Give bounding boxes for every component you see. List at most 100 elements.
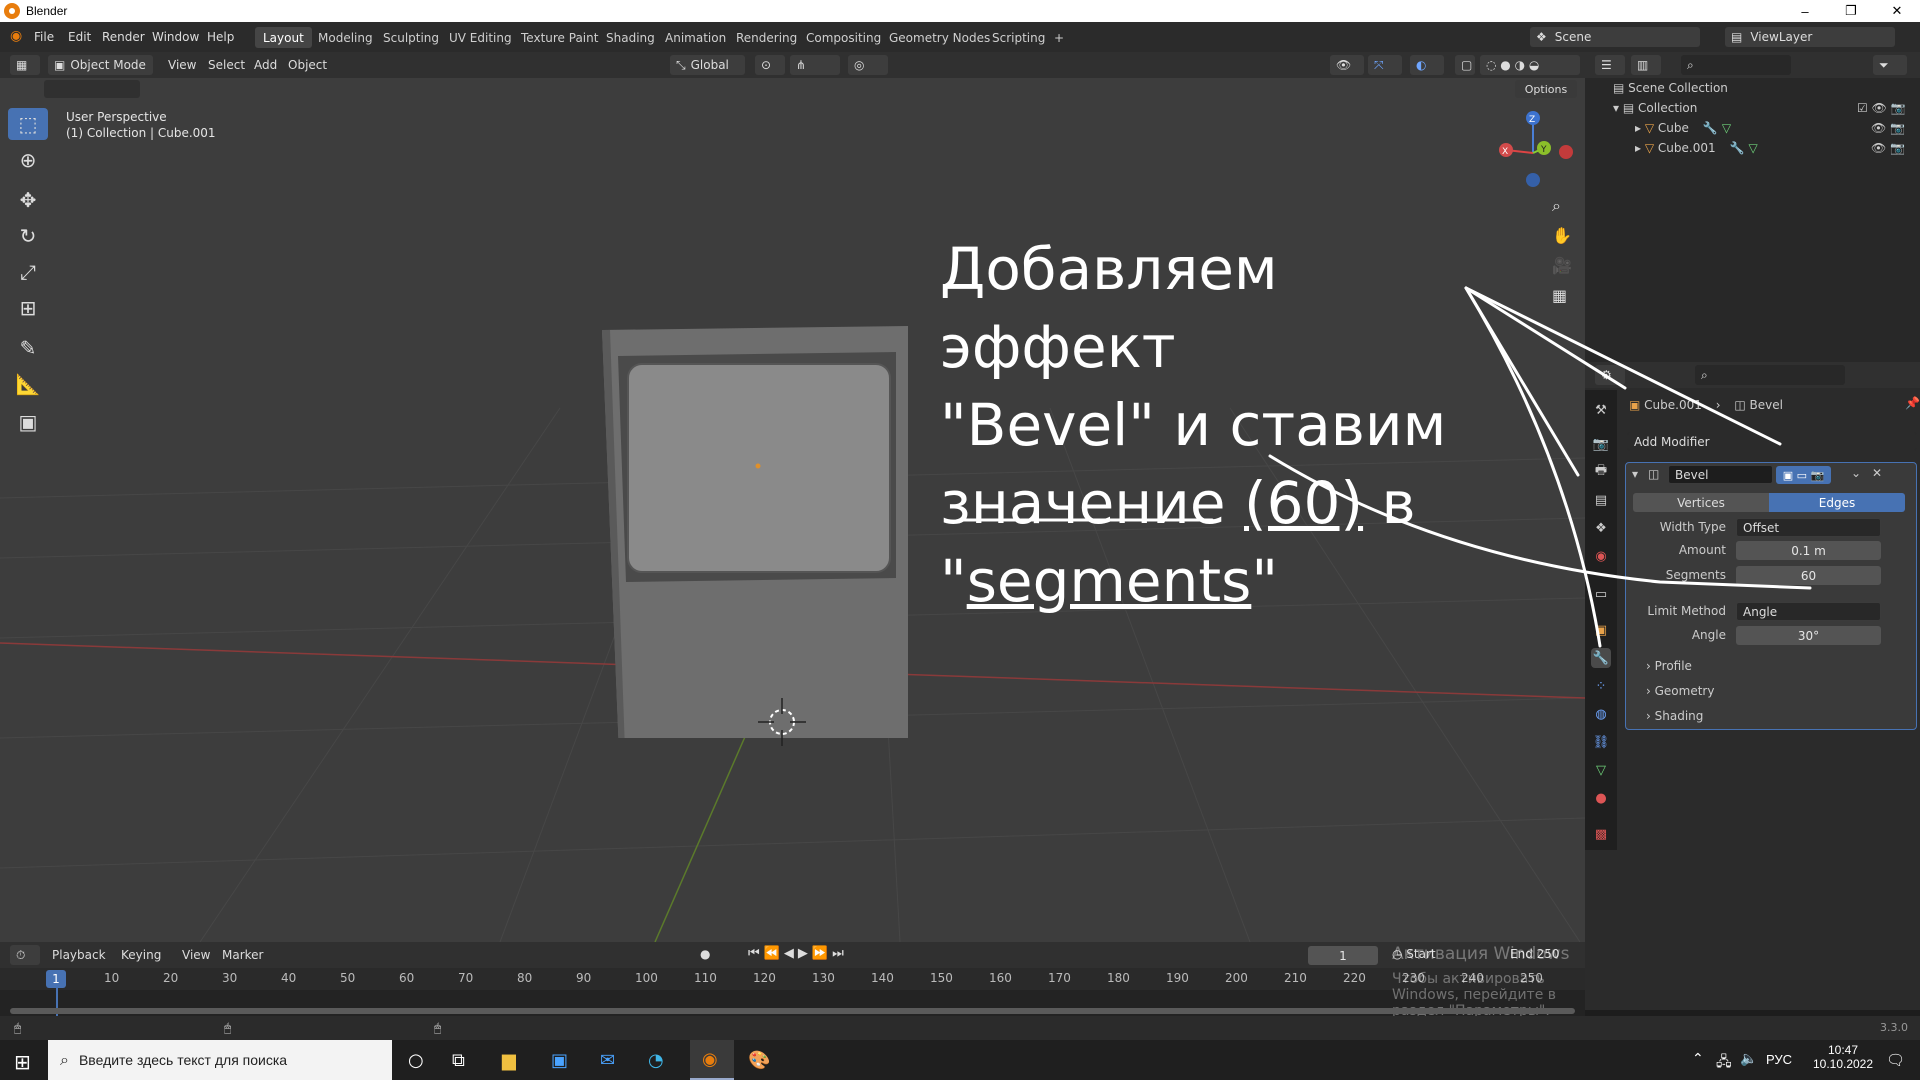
tab-compositing[interactable]: Compositing [798, 27, 889, 48]
cortana-icon[interactable]: ○ [408, 1050, 424, 1071]
current-frame-field[interactable]: 1 [1308, 946, 1378, 965]
filter-icon[interactable]: ⏷ [1873, 55, 1907, 75]
gizmo-toggle-button[interactable]: ⤧ [1368, 55, 1402, 75]
particles-tab-icon[interactable]: ⁘ [1591, 676, 1611, 696]
shading-section[interactable]: › Shading [1646, 709, 1703, 723]
outliner-scene-collection[interactable]: ▤ Scene Collection [1613, 81, 1728, 95]
volume-icon[interactable]: 🔈 [1740, 1051, 1757, 1067]
object-tab-icon[interactable]: ▣ [1591, 620, 1611, 640]
snap-button[interactable]: ⋔ [790, 55, 840, 75]
modifier-name-input[interactable]: Bevel [1668, 465, 1773, 484]
restore-button[interactable]: ❐ [1828, 0, 1874, 22]
windows-start-icon[interactable]: ⊞ [14, 1050, 31, 1074]
record-button[interactable]: ● [700, 947, 710, 961]
transform-tool-icon[interactable]: ⊞ [8, 292, 48, 324]
editor-type-button[interactable]: ▦ [10, 55, 40, 75]
outliner-item-cube[interactable]: ▸ ▽ Cube 🔧 ▽ [1635, 121, 1731, 135]
tab-shading[interactable]: Shading [598, 27, 663, 48]
playhead-frame[interactable]: 1 [46, 970, 66, 988]
constraints-tab-icon[interactable]: ⛓ [1591, 732, 1611, 752]
edge-icon[interactable]: ◔ [648, 1050, 664, 1071]
close-button[interactable]: ✕ [1874, 0, 1920, 22]
scene-selector[interactable]: ❖ Scene [1530, 27, 1700, 47]
pivot-point-button[interactable]: ⊙ [755, 55, 785, 75]
timeline-editor-type[interactable]: ⏱ [10, 945, 40, 965]
outliner-item-cube-001[interactable]: ▸ ▽ Cube.001 🔧 ▽ [1635, 141, 1758, 155]
network-icon[interactable]: 🖧 [1716, 1051, 1732, 1075]
annotate-tool-icon[interactable]: ✎ [8, 332, 48, 364]
select-mode-buttons[interactable] [44, 80, 140, 98]
outliner-search-input[interactable]: ⌕ [1681, 55, 1791, 75]
timeline-menu-view[interactable]: View [182, 948, 210, 962]
angle-field[interactable]: 30° [1736, 626, 1881, 645]
mode-selector[interactable]: ▣ Object Mode [48, 55, 153, 75]
3d-viewport[interactable]: User Perspective (1) Collection | Cube.0… [0, 78, 1585, 942]
tray-chevron-icon[interactable]: ⌃ [1692, 1051, 1704, 1067]
tab-edges[interactable]: Edges [1769, 493, 1905, 512]
modifier-tab-icon[interactable]: 🔧 [1591, 648, 1611, 668]
view-layer-selector[interactable]: ▤ ViewLayer [1725, 27, 1895, 47]
tab-vertices[interactable]: Vertices [1633, 493, 1769, 512]
notifications-icon[interactable]: 🗨 [1886, 1051, 1905, 1069]
tab-scripting[interactable]: Scripting [984, 27, 1053, 48]
outliner-editor-type[interactable]: ☰ [1595, 55, 1625, 75]
outliner-collection[interactable]: ▾ ▤ Collection [1613, 101, 1697, 115]
modifier-dropdown-icon[interactable]: ⌄ [1851, 466, 1861, 480]
menu-help[interactable]: Help [207, 30, 234, 44]
shading-modes[interactable]: ◌ ● ◑ ◒ [1480, 55, 1580, 75]
limit-method-dropdown[interactable]: Angle [1736, 602, 1881, 621]
mail-icon[interactable]: ✉ [600, 1050, 615, 1071]
tab-texture-paint[interactable]: Texture Paint [513, 27, 606, 48]
geometry-section[interactable]: › Geometry [1646, 684, 1714, 698]
modifier-visibility-toggles[interactable]: ▣ ▭ 📷 [1776, 466, 1831, 484]
3d-cursor-icon[interactable] [752, 692, 812, 752]
menu-render[interactable]: Render [102, 30, 145, 44]
cube-visibility-icons[interactable]: 👁 📷 [1871, 121, 1920, 135]
taskbar-search[interactable]: ⌕ Введите здесь текст для поиска [48, 1040, 392, 1080]
properties-editor-type[interactable]: ⚙ [1595, 365, 1625, 385]
timeline-scrollbar[interactable] [10, 1008, 1575, 1014]
tab-geometry-nodes[interactable]: Geometry Nodes [881, 27, 998, 48]
pan-hand-icon[interactable]: ✋ [1552, 226, 1572, 245]
profile-section[interactable]: › Profile [1646, 659, 1692, 673]
clock[interactable]: 10:47 10.10.2022 [1810, 1043, 1876, 1071]
viewport-menu-select[interactable]: Select [208, 58, 245, 72]
scale-tool-icon[interactable]: ⤢ [8, 256, 48, 288]
properties-search-input[interactable]: ⌕ [1695, 365, 1845, 385]
add-workspace-button[interactable]: + [1046, 27, 1072, 48]
proportional-edit-button[interactable]: ◎ [848, 55, 888, 75]
display-mode-button[interactable]: ▥ [1631, 55, 1661, 75]
timeline-menu-keying[interactable]: Keying [121, 948, 161, 962]
options-button[interactable]: Options [1515, 80, 1577, 98]
tab-modeling[interactable]: Modeling [310, 27, 381, 48]
file-explorer-icon[interactable]: ▆ [502, 1050, 516, 1071]
tab-animation[interactable]: Animation [657, 27, 734, 48]
store-icon[interactable]: ▣ [551, 1050, 568, 1071]
task-view-icon[interactable]: ⧉ [452, 1050, 465, 1071]
cube-001-visibility-icons[interactable]: 👁 📷 [1871, 141, 1920, 155]
view-layer-tab-icon[interactable]: ▤ [1591, 490, 1611, 510]
move-tool-icon[interactable]: ✥ [8, 184, 48, 216]
playback-controls[interactable]: ⏮⏪◀▶⏩⏭ [748, 946, 848, 961]
collection-tab-icon[interactable]: ▭ [1591, 584, 1611, 604]
amount-field[interactable]: 0.1 m [1736, 541, 1881, 560]
select-box-tool-icon[interactable]: ⬚ [8, 108, 48, 140]
timeline-menu-playback[interactable]: Playback [52, 948, 106, 962]
collection-visibility-icons[interactable]: ☑ 👁 📷 [1857, 101, 1917, 115]
perspective-grid-icon[interactable]: ▦ [1552, 286, 1567, 305]
navigation-gizmo[interactable]: Z Y X [1488, 108, 1578, 198]
overlay-toggle-button[interactable]: ◐ [1410, 55, 1444, 75]
rotate-tool-icon[interactable]: ↻ [8, 220, 48, 252]
width-type-dropdown[interactable]: Offset [1736, 518, 1881, 537]
minimize-button[interactable]: – [1782, 0, 1828, 22]
cursor-tool-icon[interactable]: ⊕ [8, 144, 48, 176]
zoom-icon[interactable]: ⌕ [1552, 196, 1561, 216]
viewport-menu-object[interactable]: Object [288, 58, 327, 72]
camera-icon[interactable]: 🎥 [1552, 256, 1572, 275]
timeline-menu-marker[interactable]: Marker [222, 948, 263, 962]
language-indicator[interactable]: РУС [1766, 1052, 1792, 1067]
add-cube-tool-icon[interactable]: ▣ [8, 406, 48, 438]
segments-field[interactable]: 60 [1736, 566, 1881, 585]
scene-tab-icon[interactable]: ❖ [1591, 518, 1611, 538]
menu-edit[interactable]: Edit [68, 30, 91, 44]
